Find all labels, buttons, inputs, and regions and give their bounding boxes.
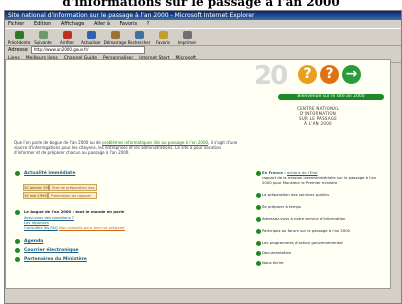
menu-file[interactable]: Fichier [8,21,24,27]
bullet-icon [15,257,20,262]
news-title[interactable]: Actualité immédiate [24,171,75,176]
search-button[interactable]: Rechercher [128,30,150,45]
right-item-public-services[interactable]: La préparation des services publics [262,192,386,197]
menu-bar: Fichier Edition Affichage Aller à Favori… [5,20,401,28]
faq-lines: Avez-vous des questions ? Les réponses C… [24,215,125,230]
refresh-icon [86,31,96,39]
partners-link[interactable]: Partenaires du Ministère [24,257,87,262]
bullet-icon [256,171,261,176]
print-button[interactable]: Imprimer [176,30,198,45]
toolbar: Précédente Suivante Arrêter Actualiser D… [5,28,401,46]
menu-help[interactable]: ? [147,21,150,27]
window-title: Site national d'information sur le passa… [5,11,401,20]
news-list: 20 janvier 1999 Etat de préparation des … [23,184,97,200]
stop-button[interactable]: Arrêter [56,30,78,45]
bullet-icon [15,210,20,215]
star-icon [158,31,168,39]
bullet-icon [256,251,261,256]
back-arrow-icon [14,31,24,39]
faq-advice-link[interactable]: Nos conseils pour bien se préparer [59,225,125,230]
menu-view[interactable]: Affichage [61,21,85,27]
bullet-icon [15,248,20,253]
forward-arrow-icon [38,31,48,39]
right-item-france: En France : actions de l'Etat rapport de… [262,170,377,185]
menu-favorites[interactable]: Favoris [120,21,138,27]
bullet-icon [256,217,261,222]
favorites-button[interactable]: Favoris [152,30,174,45]
agenda-link[interactable]: Agenda [24,239,43,244]
faq-title: Le bogue de l'an 2000 : tout le monde en… [24,209,125,214]
intro-paragraph: Que l'on parle de bogue de l'an 2000 ou … [14,140,238,155]
home-button[interactable]: Démarrage [104,30,126,45]
right-item-contact[interactable]: Nous écrire [262,260,386,265]
bullet-icon [256,205,261,210]
printer-icon [182,31,192,39]
bullet-icon [15,171,20,176]
search-icon [134,31,144,39]
right-item-prepare[interactable]: Se préparer à temps [262,204,386,209]
address-input[interactable]: http://www.an2000.gouv.fr/ [30,46,145,54]
bullet-icon [256,193,261,198]
email-link[interactable]: Courrier électronique [24,248,78,253]
list-item[interactable]: 15 mai 1999 Publication du rapport [23,192,97,199]
site-logo: 20 ? ? → [254,62,382,92]
bullet-icon [15,239,20,244]
question-icon: ? [320,65,339,84]
forward-button[interactable]: Suivante [32,30,54,45]
right-item-forum[interactable]: Participez au forum sur le passage à l'a… [262,228,386,233]
welcome-banner: Bienvenue sur le site an 2000 [278,94,384,100]
back-button[interactable]: Précédente [8,30,30,45]
bullet-icon [256,261,261,266]
right-item-documentation[interactable]: Documentation [262,250,386,255]
logo-digits: 20 [254,61,288,91]
home-icon [110,31,120,39]
question-icon: ? [298,65,317,84]
menu-edit[interactable]: Edition [34,21,51,27]
address-bar: Adresse http://www.an2000.gouv.fr/ [5,46,401,54]
list-item[interactable]: 20 janvier 1999 Etat de préparation des … [23,184,97,191]
address-label: Adresse [8,47,28,53]
right-item-info-service[interactable]: Adressez-vous à notre service d'informat… [262,216,386,221]
refresh-button[interactable]: Actualiser [80,30,102,45]
bullet-icon [256,229,261,234]
menu-go[interactable]: Aller à [94,21,110,27]
mission-text: CENTRE NATIONAL D'INFORMATION SUR LE PAS… [297,106,339,126]
right-item-gov-program[interactable]: Les programmes d'action gouvernemental [262,240,386,245]
arrow-right-icon[interactable]: → [342,65,361,84]
bullet-icon [256,241,261,246]
page-content: 20 ? ? → Bienvenue sur le site an 2000 C… [5,59,391,289]
stop-icon [62,31,72,39]
